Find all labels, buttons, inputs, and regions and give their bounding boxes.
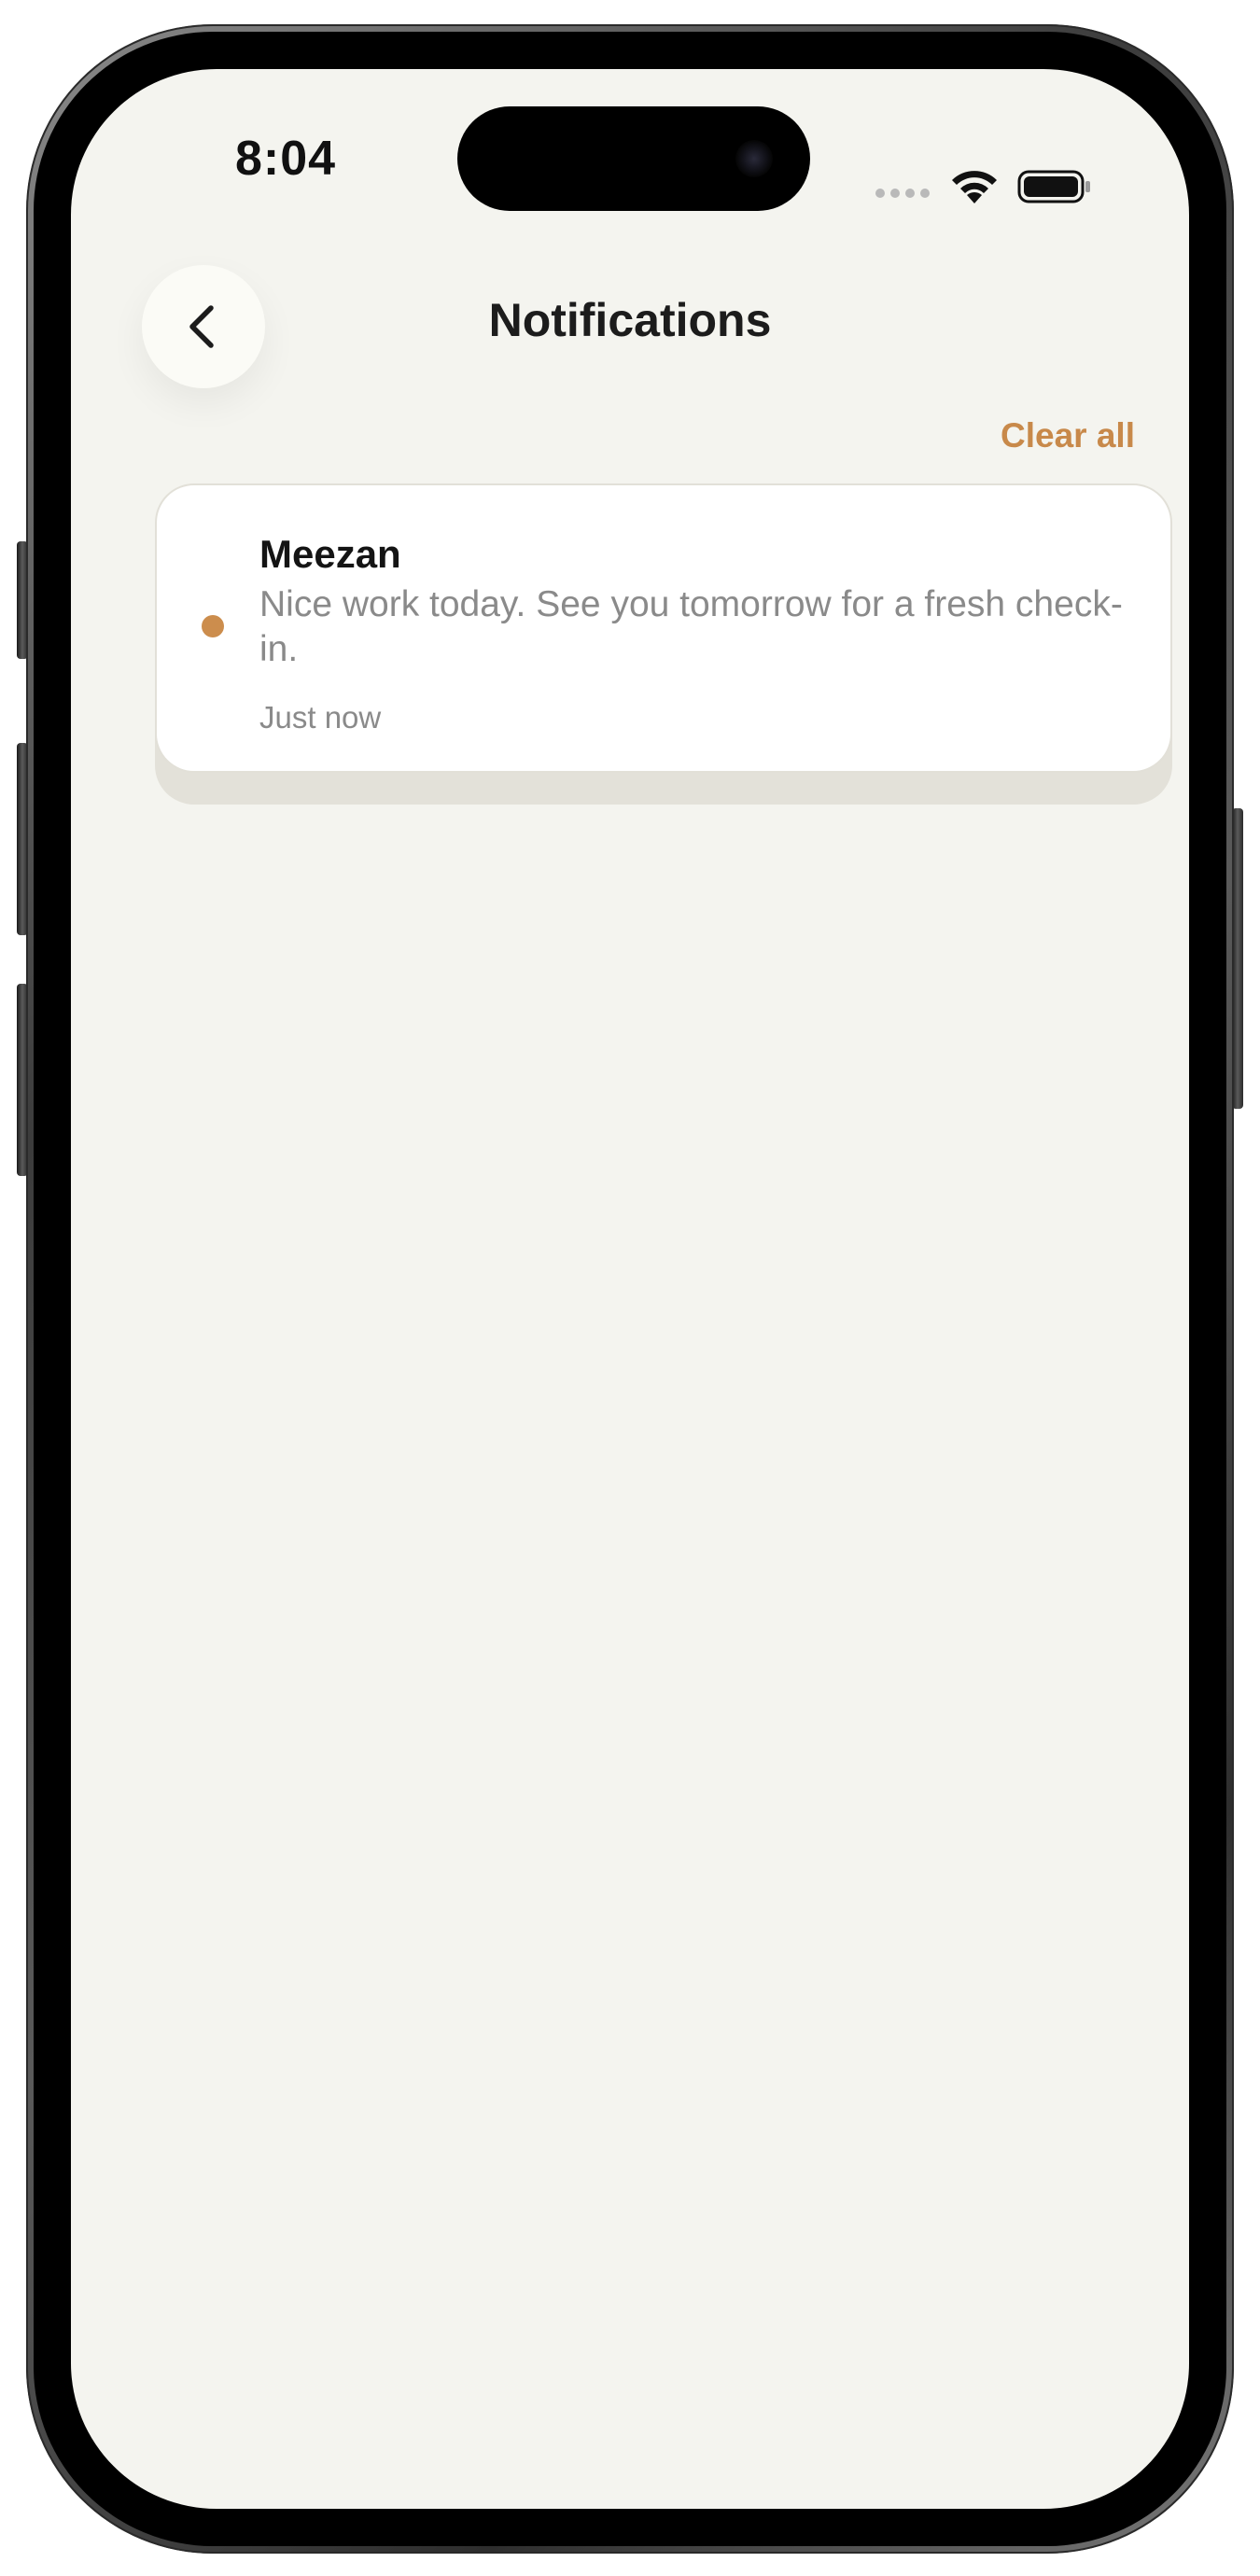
front-camera-icon [735, 140, 773, 177]
clear-all-button[interactable]: Clear all [1001, 416, 1135, 455]
unread-indicator [202, 615, 224, 637]
notification-card[interactable]: Meezan Nice work today. See you tomorrow… [155, 483, 1172, 773]
dynamic-island [457, 106, 810, 211]
device-mockup: 8:04 Notifications Clear all Meezan Nice… [0, 0, 1260, 2576]
cellular-signal-icon [875, 189, 935, 198]
app-screen: 8:04 Notifications Clear all Meezan Nice… [71, 69, 1189, 2509]
phone-frame: 8:04 Notifications Clear all Meezan Nice… [26, 24, 1234, 2554]
notification-timestamp: Just now [259, 700, 382, 735]
battery-icon [1017, 170, 1090, 203]
notification-sender: Meezan [259, 532, 401, 576]
notification-message: Nice work today. See you tomorrow for a … [259, 584, 1123, 669]
page-title: Notifications [488, 294, 772, 346]
phone-bezel: 8:04 Notifications Clear all Meezan Nice… [34, 32, 1226, 2546]
status-time: 8:04 [234, 132, 337, 186]
wifi-icon [952, 171, 997, 203]
